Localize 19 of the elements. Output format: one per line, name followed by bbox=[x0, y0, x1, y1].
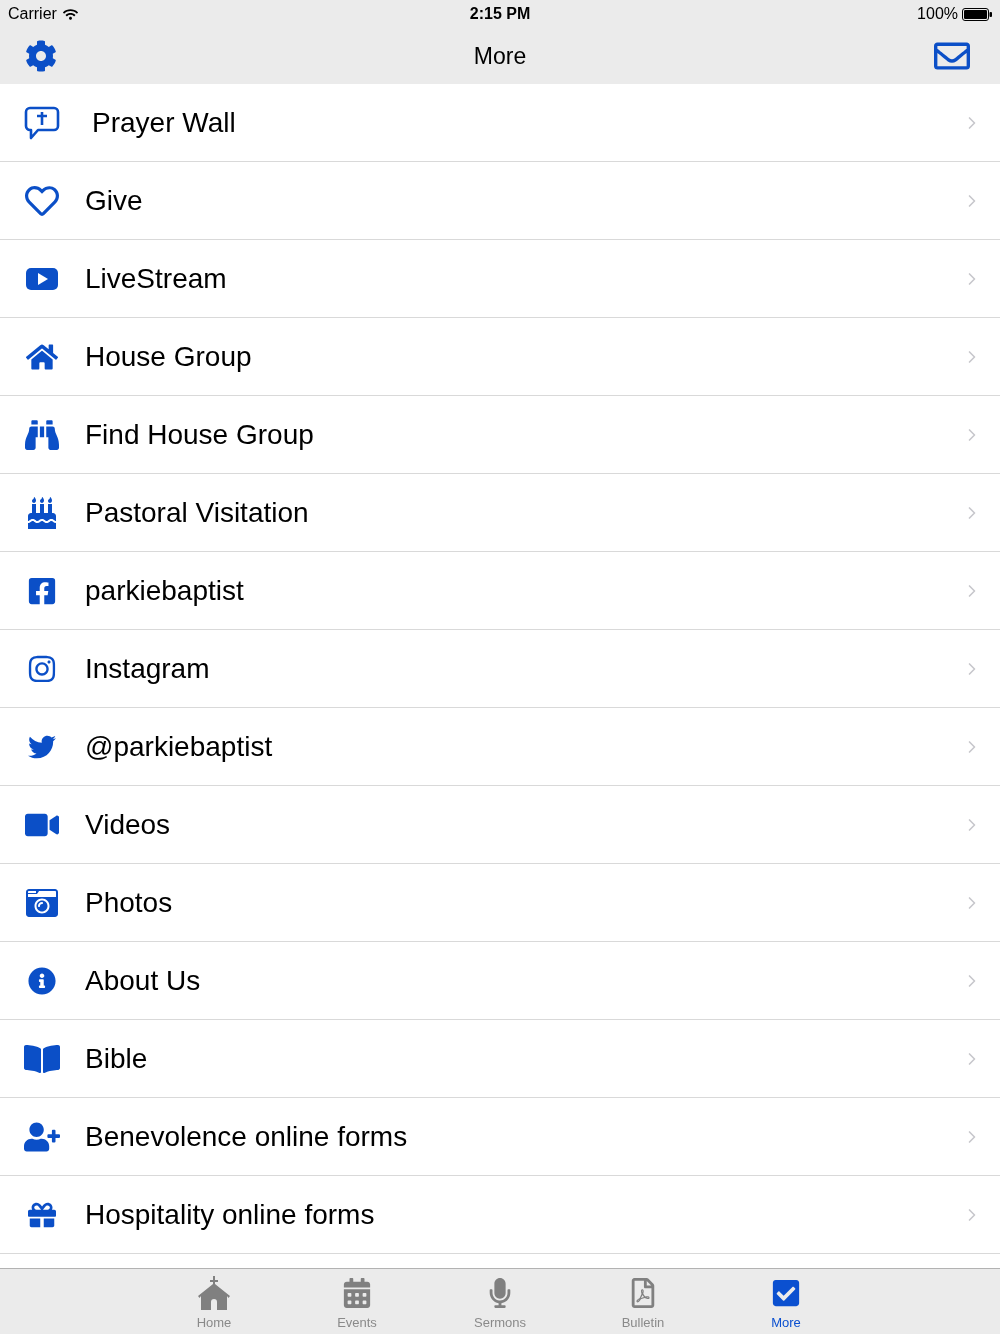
settings-icon[interactable] bbox=[25, 40, 57, 72]
carrier-name: Carrier bbox=[8, 4, 57, 24]
camera-icon bbox=[26, 886, 58, 919]
play-icon bbox=[26, 267, 58, 290]
info-icon bbox=[28, 966, 56, 995]
speech-bubble-cross-icon bbox=[24, 105, 60, 140]
wifi-icon bbox=[62, 6, 78, 22]
nav-title: More bbox=[473, 41, 527, 71]
battery-percent: 100% bbox=[917, 4, 958, 24]
gift-icon bbox=[28, 1200, 56, 1229]
tab-item[interactable]: More bbox=[714, 1269, 858, 1334]
binoculars-icon bbox=[25, 417, 59, 452]
checkbox-icon bbox=[771, 1278, 801, 1308]
heart-icon bbox=[25, 183, 59, 218]
cake-icon bbox=[26, 496, 58, 529]
calendar-icon bbox=[342, 1278, 372, 1308]
battery-icon bbox=[962, 7, 992, 21]
status-time: 2:15 PM bbox=[469, 4, 531, 24]
church-icon bbox=[198, 1276, 230, 1310]
